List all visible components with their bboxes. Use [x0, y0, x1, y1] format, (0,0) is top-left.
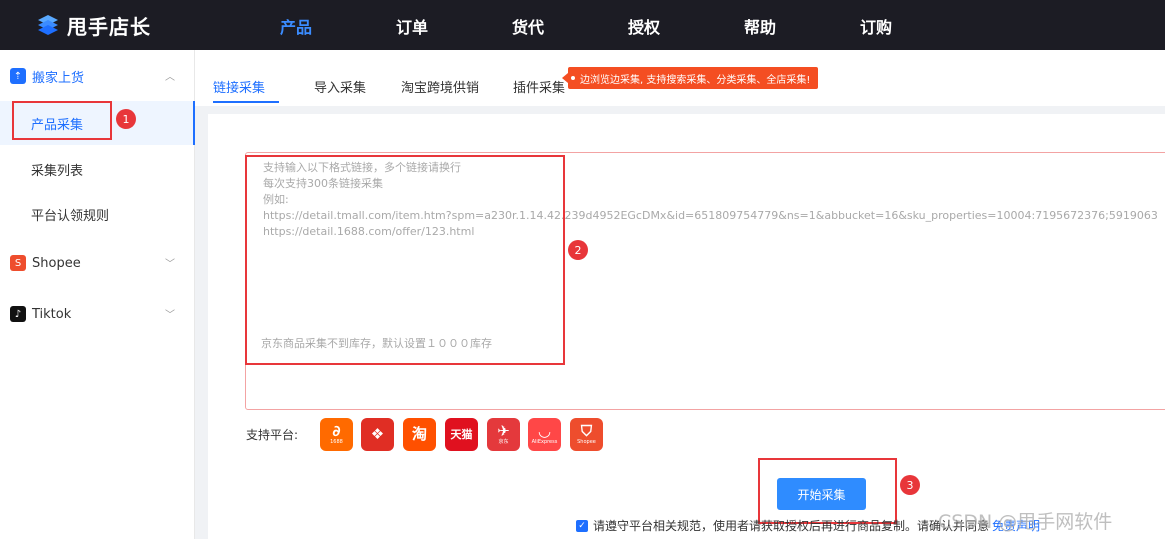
tab-plugin-collect[interactable]: 插件采集 — [513, 77, 565, 96]
brand-logo[interactable]: 甩手店长 — [35, 9, 151, 41]
sidebar-group-label: Shopee — [32, 255, 81, 271]
annotation-box-3 — [758, 458, 897, 524]
brand-name: 甩手店长 — [67, 14, 151, 39]
tab-link-collect[interactable]: 链接采集 — [213, 77, 265, 96]
annotation-badge-3: 3 — [900, 475, 920, 495]
active-tab-indicator — [213, 101, 279, 103]
sidebar-item-collect-list[interactable]: 采集列表 — [0, 147, 195, 191]
nav-subscribe[interactable]: 订购 — [860, 14, 892, 38]
upload-icon: ⇡ — [10, 68, 26, 84]
sidebar-item-claim-rules[interactable]: 平台认领规则 — [0, 192, 195, 236]
sidebar-group-label: 搬家上货 — [32, 70, 85, 86]
nav-help[interactable]: 帮助 — [744, 14, 776, 38]
nav-authorization[interactable]: 授权 — [628, 14, 660, 38]
1688-icon[interactable]: ∂ 1688 — [320, 418, 353, 451]
promo-tooltip: 边浏览边采集, 支持搜索采集、分类采集、全店采集! — [561, 67, 819, 89]
aliexpress-icon[interactable]: ◡ AliExpress — [528, 418, 561, 451]
tab-import-collect[interactable]: 导入采集 — [314, 77, 366, 96]
annotation-badge-2: 2 — [568, 240, 588, 260]
sidebar-group-shopee[interactable]: S Shopee ﹀ — [0, 243, 195, 283]
annotation-box-2 — [245, 155, 565, 365]
chevron-down-icon: ﹀ — [165, 310, 175, 321]
chevron-down-icon: ﹀ — [165, 259, 175, 270]
watermark: CSDN @甩手网软件 — [938, 511, 1113, 533]
tab-taobao-supply[interactable]: 淘宝跨境供销 — [401, 77, 479, 96]
annotation-badge-1: 1 — [116, 109, 136, 129]
sidebar-group-tiktok[interactable]: ♪ Tiktok ﹀ — [0, 294, 195, 334]
nav-products[interactable]: 产品 — [280, 14, 312, 38]
platforms-label: 支持平台: — [246, 428, 299, 442]
top-navbar: 甩手店长 产品 订单 货代 授权 帮助 订购 — [0, 0, 1165, 50]
nav-forwarder[interactable]: 货代 — [512, 14, 544, 38]
annotation-box-1 — [12, 101, 112, 140]
shopee-platform-icon[interactable]: ⛉ Shopee — [570, 418, 603, 451]
shopee-icon: S — [10, 255, 26, 271]
brand-mark-icon — [38, 15, 58, 35]
pinduoduo-icon[interactable]: ❖ — [361, 418, 394, 451]
tiktok-icon: ♪ — [10, 306, 26, 322]
sidebar-group-migration[interactable]: ⇡ 搬家上货 ︿ — [0, 56, 195, 96]
nav-orders[interactable]: 订单 — [396, 14, 428, 38]
sidebar-group-label: Tiktok — [32, 306, 72, 322]
agreement-checkbox[interactable]: ✓ — [576, 519, 588, 532]
tmall-icon[interactable]: 天猫 — [445, 418, 478, 451]
agreement-text: 请遵守平台相关规范，使用者请获取授权后再进行商品复制。请确认并同意 — [593, 519, 990, 533]
chevron-up-icon: ︿ — [165, 72, 175, 83]
jd-icon[interactable]: ✈ 京东 — [487, 418, 520, 451]
taobao-icon[interactable]: 淘 — [403, 418, 436, 451]
